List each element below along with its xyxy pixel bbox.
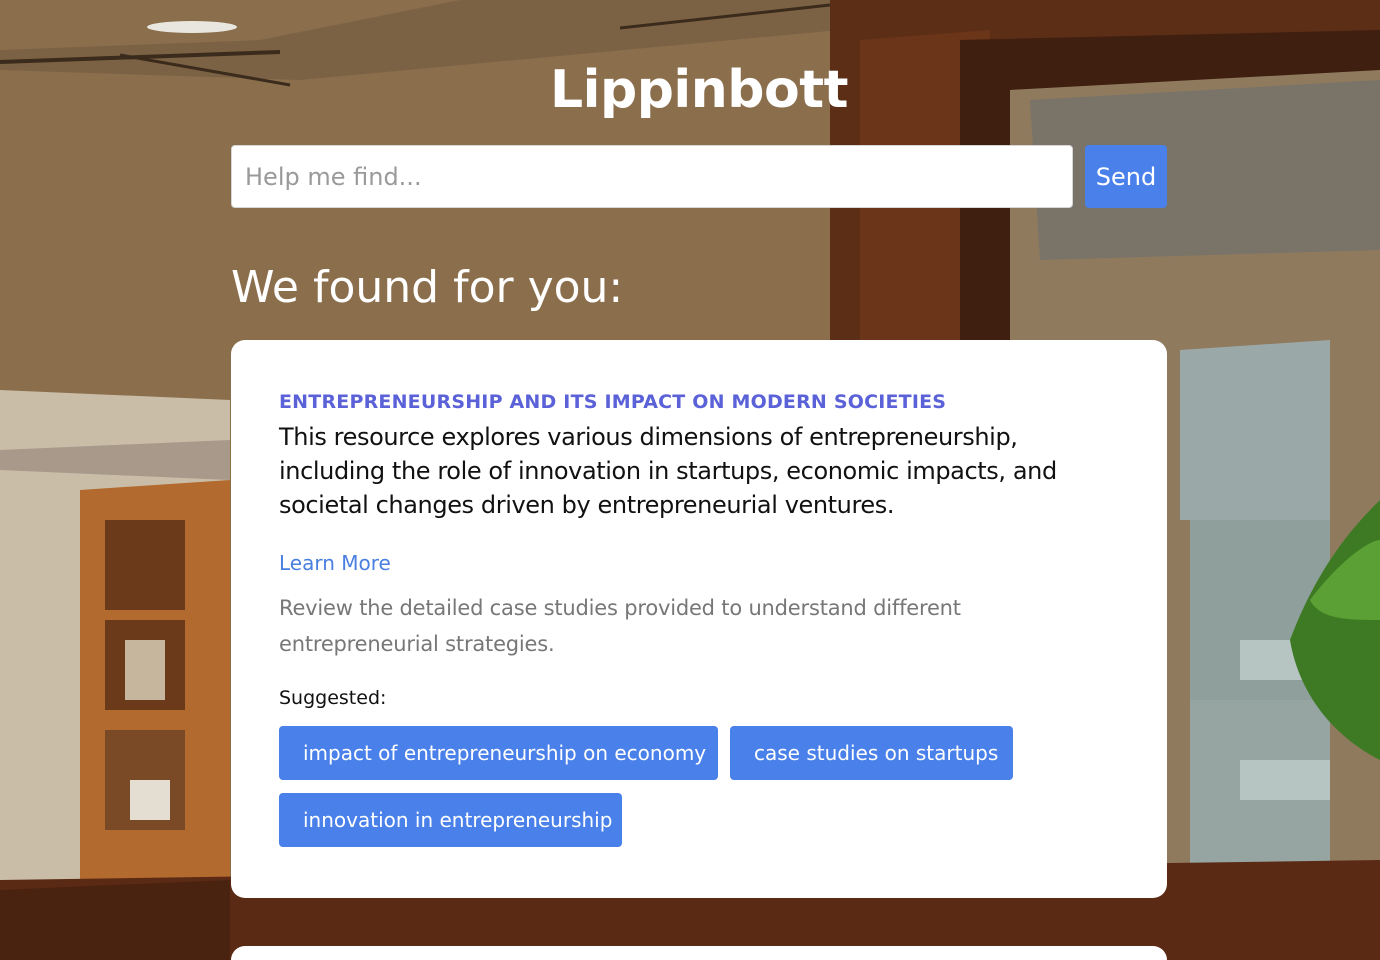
- suggestion-chip[interactable]: impact of entrepreneurship on economy: [279, 726, 718, 780]
- send-button[interactable]: Send: [1085, 145, 1167, 208]
- suggestion-chip[interactable]: innovation in entrepreneurship: [279, 793, 622, 847]
- suggested-label: Suggested:: [279, 687, 387, 709]
- result-note: Review the detailed case studies provide…: [279, 596, 961, 656]
- result-description: This resource explores various dimension…: [279, 423, 1057, 519]
- result-title: ENTREPRENEURSHIP AND ITS IMPACT ON MODER…: [279, 391, 947, 413]
- search-input[interactable]: [231, 145, 1073, 208]
- search-bar: Send: [231, 145, 1167, 208]
- result-card: ENTREPRENEURSHIP AND ITS IMPACT ON MODER…: [231, 340, 1167, 898]
- suggestion-list: impact of entrepreneurship on economy ca…: [279, 726, 1039, 847]
- suggestion-chip[interactable]: case studies on startups: [730, 726, 1013, 780]
- learn-more-link[interactable]: Learn More: [279, 548, 391, 578]
- results-heading: We found for you:: [231, 262, 624, 313]
- next-result-card: [231, 946, 1167, 960]
- app-title: Lippinbott: [550, 60, 848, 120]
